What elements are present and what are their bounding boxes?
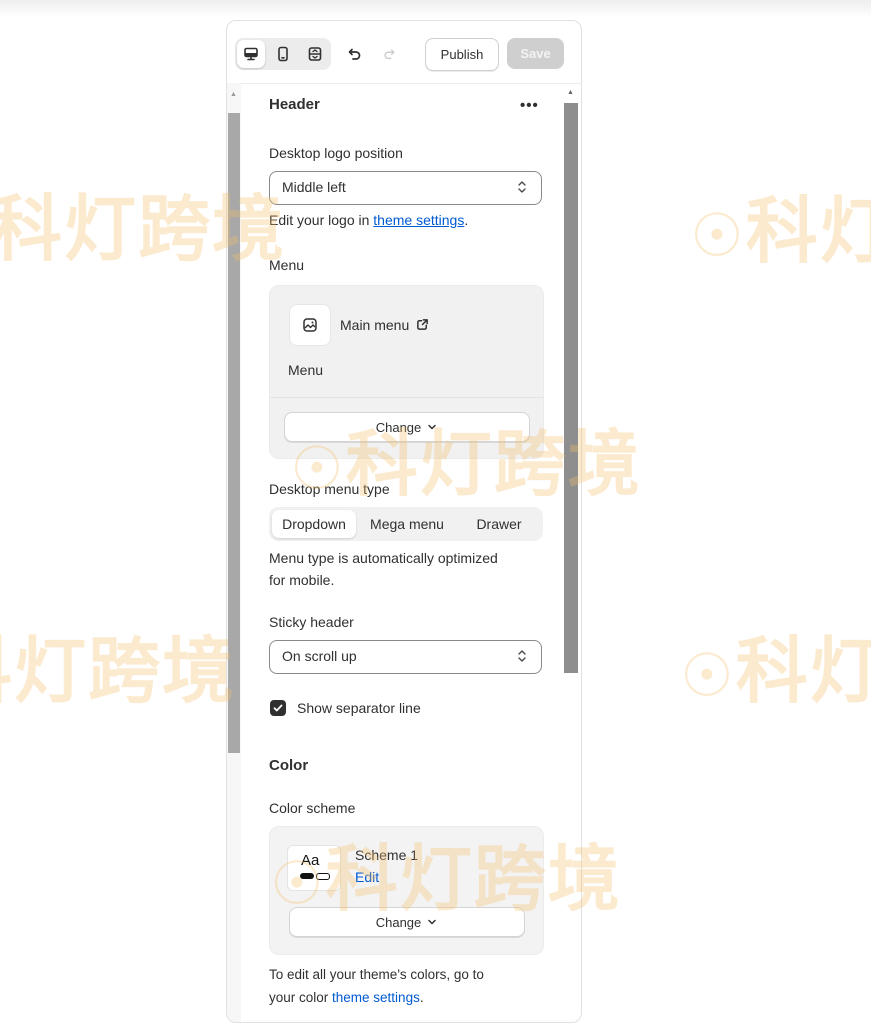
menu-card-divider <box>270 397 543 398</box>
menu-type-help-line1: Menu type is automatically optimized <box>269 550 498 566</box>
scroll-up-arrow-icon[interactable]: ▲ <box>567 89 574 96</box>
publish-button[interactable]: Publish <box>425 38 499 71</box>
menu-type-mega-menu[interactable]: Mega menu <box>361 510 453 538</box>
color-help-line2: your color theme settings. <box>269 990 424 1005</box>
separator-line-checkbox[interactable] <box>270 700 286 716</box>
chevron-down-icon <box>428 424 437 430</box>
color-scheme-swatch: Aa <box>287 845 341 891</box>
fullscreen-icon <box>308 47 322 61</box>
desktop-view-button[interactable] <box>237 40 265 68</box>
color-help-line1: To edit all your theme's colors, go to <box>269 967 484 982</box>
logo-help-text: Edit your logo in theme settings. <box>269 212 469 228</box>
more-options-icon[interactable]: ••• <box>520 97 539 114</box>
device-switcher <box>235 38 331 70</box>
checkmark-icon <box>273 704 283 712</box>
menu-type-label: Desktop menu type <box>269 481 390 497</box>
color-heading: Color <box>269 757 309 774</box>
left-scrollbar[interactable]: ▲ <box>227 83 241 1022</box>
left-scrollbar-thumb[interactable] <box>228 113 240 753</box>
color-theme-settings-link[interactable]: theme settings <box>332 990 420 1005</box>
mobile-view-button[interactable] <box>269 40 297 68</box>
color-scheme-label: Color scheme <box>269 800 356 816</box>
redo-button[interactable] <box>375 40 403 68</box>
image-icon <box>303 318 317 332</box>
select-chevron-icon <box>518 650 526 662</box>
separator-line-label: Show separator line <box>297 700 421 716</box>
logo-position-select[interactable]: Middle left <box>269 171 542 205</box>
undo-icon <box>348 48 361 60</box>
sticky-header-label: Sticky header <box>269 614 354 630</box>
top-edge <box>0 0 871 18</box>
main-menu-link[interactable]: Main menu <box>340 317 429 333</box>
scroll-up-arrow-icon[interactable]: ▲ <box>230 91 237 98</box>
editor-toolbar: Publish Save <box>227 21 581 84</box>
desktop-icon <box>244 47 258 61</box>
select-chevron-icon <box>518 181 526 193</box>
change-menu-button[interactable]: Change <box>284 412 530 442</box>
right-scrollbar[interactable]: ▲ <box>563 83 579 1022</box>
menu-sub-label: Menu <box>288 362 324 378</box>
menu-label: Menu <box>269 257 305 273</box>
save-button[interactable]: Save <box>507 38 564 69</box>
menu-type-drawer[interactable]: Drawer <box>459 510 539 538</box>
menu-type-help-line2: for mobile. <box>269 572 335 588</box>
chevron-down-icon <box>428 919 437 925</box>
edit-scheme-link[interactable]: Edit <box>355 869 379 885</box>
logo-position-label: Desktop logo position <box>269 145 403 161</box>
mobile-icon <box>278 46 288 62</box>
watermark-text: ☉科灯 <box>680 629 871 713</box>
watermark-text: 科灯跨境 <box>0 629 237 713</box>
theme-editor-panel: Publish Save ▲ ▲ Header ••• Desktop logo… <box>226 20 582 1023</box>
fullscreen-view-button[interactable] <box>301 40 329 68</box>
redo-icon <box>384 49 395 60</box>
theme-settings-link[interactable]: theme settings <box>373 212 464 228</box>
menu-card: Main menu Menu Change <box>269 285 544 459</box>
right-scrollbar-thumb[interactable] <box>564 103 578 673</box>
menu-thumbnail <box>289 304 331 346</box>
logo-position-value: Middle left <box>282 179 346 195</box>
undo-button[interactable] <box>341 40 369 68</box>
color-scheme-card: Aa Scheme 1 Edit Change <box>269 826 544 955</box>
change-scheme-button[interactable]: Change <box>289 907 525 937</box>
section-title: Header <box>269 96 320 113</box>
menu-type-segmented-control: Dropdown Mega menu Drawer <box>269 507 543 541</box>
sticky-header-value: On scroll up <box>282 648 357 664</box>
sticky-header-select[interactable]: On scroll up <box>269 640 542 674</box>
external-link-icon <box>417 319 429 330</box>
menu-type-dropdown[interactable]: Dropdown <box>272 510 356 538</box>
scheme-name: Scheme 1 <box>355 847 419 863</box>
watermark-text: ☉科灯 <box>690 189 871 273</box>
